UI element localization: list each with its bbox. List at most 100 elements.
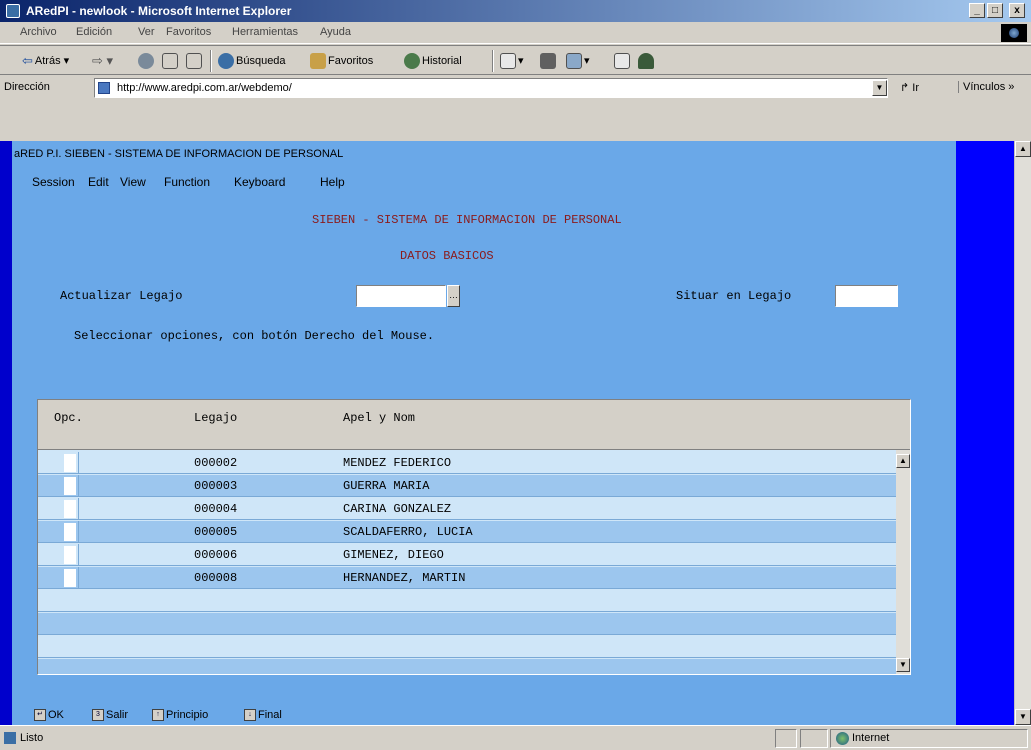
- window-title-bar: ARedPI - newlook - Microsoft Internet Ex…: [0, 0, 1031, 22]
- nombre-cell: GIMENEZ, DIEGO: [343, 548, 444, 562]
- salir-label: Salir: [106, 709, 129, 721]
- final-function-key[interactable]: ↓ Final: [244, 709, 282, 722]
- scroll-up-icon[interactable]: ▲: [1015, 141, 1031, 157]
- scroll-down-icon[interactable]: ▼: [1015, 709, 1031, 725]
- nombre-cell: CARINA GONZALEZ: [343, 502, 452, 516]
- column-header-legajo: Legajo: [194, 411, 238, 425]
- table-row[interactable]: 000002 MENDEZ FEDERICO: [38, 452, 896, 474]
- table-row[interactable]: 000003 GUERRA MARIA: [38, 475, 896, 497]
- url-input[interactable]: http://www.aredpi.com.ar/webdemo/: [94, 78, 888, 98]
- go-arrow-icon: ↱: [900, 82, 910, 94]
- lookup-button[interactable]: …: [447, 285, 460, 307]
- legajo-cell: 000005: [194, 525, 238, 539]
- browser-menu-bar: Archivo Edición Ver Favoritos Herramient…: [0, 22, 1031, 44]
- favorites-icon: [310, 53, 326, 69]
- row-option-cell[interactable]: [64, 500, 76, 518]
- app-menu-keyboard[interactable]: Keyboard: [234, 175, 285, 189]
- discuss-button[interactable]: [614, 53, 632, 69]
- legajo-cell: 000002: [194, 456, 238, 470]
- menu-archivo[interactable]: Archivo: [20, 26, 57, 38]
- actualizar-legajo-input[interactable]: [356, 285, 446, 307]
- enter-key-icon: ↵: [34, 709, 46, 722]
- print-button[interactable]: [540, 53, 558, 69]
- table-row[interactable]: 000006 GIMENEZ, DIEGO: [38, 544, 896, 566]
- end-key-icon: ↓: [244, 709, 256, 722]
- search-icon: [218, 53, 234, 69]
- windows-logo-icon: [1001, 24, 1027, 42]
- row-option-cell[interactable]: [64, 546, 76, 564]
- table-row[interactable]: 000008 HERNANDEZ, MARTIN: [38, 567, 896, 589]
- empty-row: [38, 636, 896, 658]
- nombre-cell: GUERRA MARIA: [343, 479, 430, 493]
- page-done-icon: [4, 732, 16, 744]
- status-bar: Listo Internet: [0, 725, 1031, 750]
- forward-arrow-icon[interactable]: ⇨ ▾: [92, 53, 113, 69]
- nombre-cell: SCALDAFERRO, LUCIA: [343, 525, 473, 539]
- row-option-cell[interactable]: [64, 523, 76, 541]
- stop-button[interactable]: [138, 53, 156, 69]
- discuss-icon: [614, 53, 630, 69]
- ie-app-icon: [6, 4, 20, 18]
- status-message: Listo: [20, 732, 44, 744]
- table-row[interactable]: 000005 SCALDAFERRO, LUCIA: [38, 521, 896, 543]
- legajo-cell: 000004: [194, 502, 238, 516]
- app-menu-view[interactable]: View: [120, 175, 146, 189]
- back-label: Atrás: [34, 54, 61, 67]
- mail-icon: [500, 53, 516, 69]
- final-label: Final: [258, 709, 282, 721]
- app-menu-function[interactable]: Function: [164, 175, 210, 189]
- actualizar-legajo-label: Actualizar Legajo: [60, 289, 183, 303]
- maximize-button[interactable]: □: [987, 3, 1003, 18]
- legajo-cell: 000008: [194, 571, 238, 585]
- legajo-cell: 000006: [194, 548, 238, 562]
- menu-edicion[interactable]: Edición: [76, 26, 112, 38]
- mail-button[interactable]: ▾: [500, 53, 524, 69]
- menu-herramientas[interactable]: Herramientas: [232, 26, 298, 38]
- legajo-cell: 000003: [194, 479, 238, 493]
- status-pane: [800, 729, 828, 748]
- back-button[interactable]: ⇦ Atrás ▾: [22, 53, 69, 69]
- menu-ver[interactable]: Ver: [138, 26, 155, 38]
- home-icon: [186, 53, 202, 69]
- principio-function-key[interactable]: ↑ Principio: [152, 709, 209, 722]
- row-option-cell[interactable]: [64, 454, 76, 472]
- situar-legajo-input[interactable]: [835, 285, 898, 307]
- stop-icon: [138, 53, 154, 69]
- table-row[interactable]: 000004 CARINA GONZALEZ: [38, 498, 896, 520]
- back-arrow-icon: ⇦: [22, 53, 33, 68]
- url-dropdown-button[interactable]: ▼: [872, 80, 887, 96]
- app-menu-session[interactable]: Session: [32, 175, 75, 189]
- history-button[interactable]: Historial: [404, 53, 462, 69]
- search-label: Búsqueda: [236, 54, 286, 67]
- grid-scrollbar[interactable]: ▲ ▼: [896, 450, 910, 674]
- grid-scroll-down-icon[interactable]: ▼: [896, 658, 910, 672]
- grid-scroll-up-icon[interactable]: ▲: [896, 454, 910, 468]
- menu-ayuda[interactable]: Ayuda: [320, 26, 351, 38]
- grid-header: Opc. Legajo Apel y Nom: [38, 400, 910, 450]
- page-scrollbar[interactable]: ▲ ▼: [1014, 141, 1031, 725]
- instructions-text: Seleccionar opciones, con botón Derecho …: [74, 329, 435, 343]
- column-header-nombre: Apel y Nom: [343, 411, 416, 425]
- app-menu-edit[interactable]: Edit: [88, 175, 109, 189]
- row-option-cell[interactable]: [64, 477, 76, 495]
- app-menu-help[interactable]: Help: [320, 175, 345, 189]
- links-button[interactable]: Vínculos »: [958, 81, 1014, 93]
- minimize-button[interactable]: _: [969, 3, 985, 18]
- salir-function-key[interactable]: 3 Salir: [92, 709, 129, 722]
- ok-function-key[interactable]: ↵ OK: [34, 709, 64, 722]
- edit-button[interactable]: ▾: [566, 53, 590, 69]
- links-label: Vínculos: [963, 81, 1006, 93]
- close-button[interactable]: x: [1009, 3, 1025, 18]
- home-button[interactable]: [186, 53, 204, 69]
- content-right-fill: [956, 141, 1014, 725]
- content-left-border: [0, 141, 12, 725]
- principio-label: Principio: [166, 709, 209, 721]
- search-button[interactable]: Búsqueda: [218, 53, 286, 69]
- refresh-button[interactable]: [162, 53, 180, 69]
- favorites-button[interactable]: Favoritos: [310, 53, 373, 69]
- messenger-button[interactable]: [638, 53, 656, 69]
- go-button[interactable]: ↱ Ir: [900, 81, 919, 94]
- row-option-cell[interactable]: [64, 569, 76, 587]
- column-header-opc: Opc.: [54, 411, 83, 425]
- menu-favoritos[interactable]: Favoritos: [166, 26, 211, 38]
